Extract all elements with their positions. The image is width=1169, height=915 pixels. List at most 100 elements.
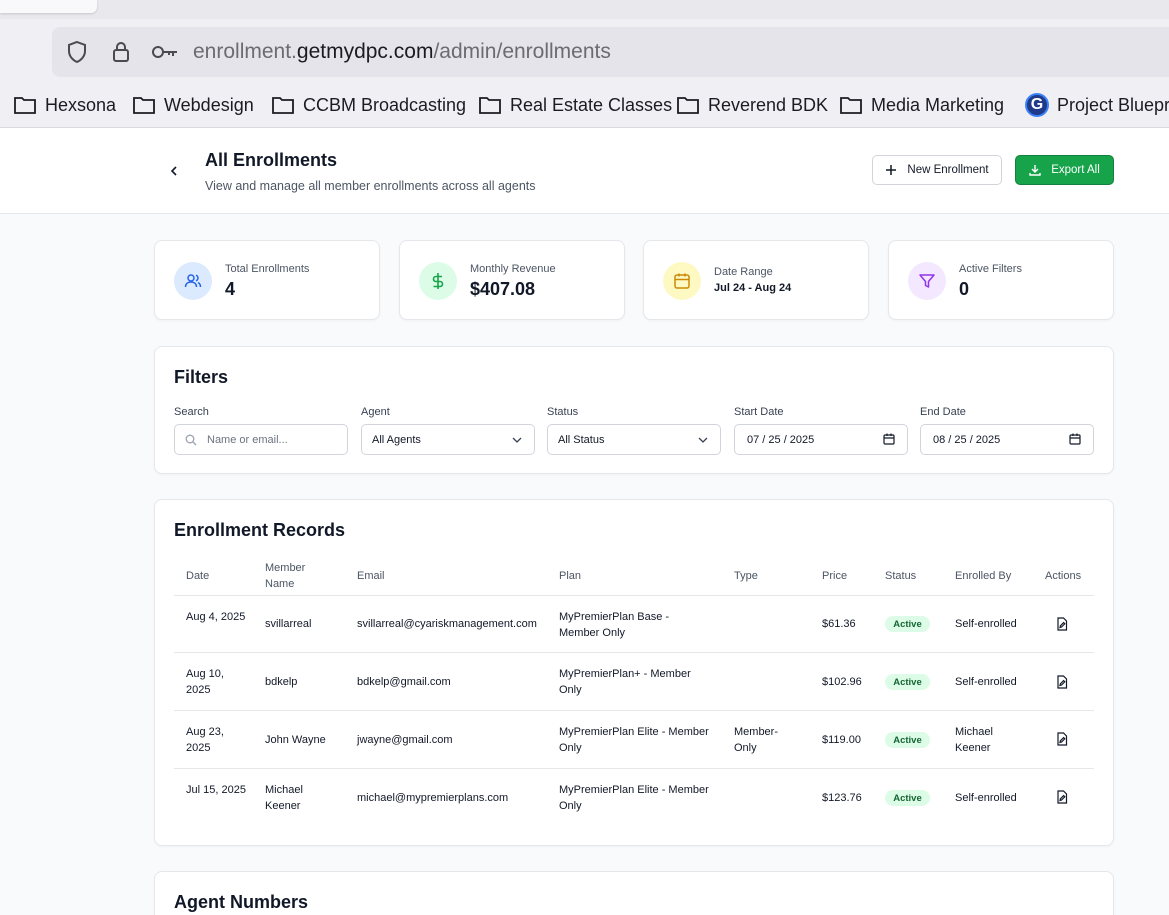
browser-tab[interactable] bbox=[0, 0, 97, 13]
agent-select[interactable]: All Agents bbox=[361, 424, 535, 455]
column-header-plan: Plan bbox=[559, 570, 582, 582]
page-header: All Enrollments View and manage all memb… bbox=[0, 128, 1169, 214]
edit-document-icon[interactable] bbox=[1055, 617, 1069, 631]
key-icon[interactable] bbox=[151, 40, 179, 64]
cell-date: Aug 23, 2025 bbox=[186, 726, 224, 754]
address-bar[interactable]: enrollment.getmydpc.com/admin/enrollment… bbox=[52, 27, 1169, 77]
edit-document-icon[interactable] bbox=[1055, 790, 1069, 804]
table-divider bbox=[174, 652, 1094, 653]
column-header-actions: Actions bbox=[1045, 570, 1082, 582]
bookmark-folder[interactable]: Hexsona bbox=[13, 90, 116, 120]
cell-date: Aug 4, 2025 bbox=[186, 611, 246, 623]
new-enrollment-button[interactable]: New Enrollment bbox=[872, 155, 1002, 185]
end-date-label: End Date bbox=[920, 406, 966, 418]
calendar-icon[interactable] bbox=[883, 433, 895, 445]
bookmarks-bar: Hexsona Webdesign CCBM Broadcasting Real… bbox=[0, 90, 1169, 120]
edit-document-icon[interactable] bbox=[1055, 732, 1069, 746]
stat-value: Jul 24 - Aug 24 bbox=[714, 282, 792, 294]
column-header-enrolled-by: Enrolled By bbox=[955, 570, 1012, 582]
shield-icon[interactable] bbox=[65, 40, 89, 64]
lock-icon[interactable] bbox=[109, 40, 133, 64]
stat-label: Active Filters bbox=[959, 263, 1022, 275]
cell-email: jwayne@gmail.com bbox=[357, 734, 453, 746]
column-header-price: Price bbox=[822, 570, 848, 582]
table-divider bbox=[174, 768, 1094, 769]
bookmark-label: Project Bluepri bbox=[1057, 94, 1169, 115]
status-badge: Active bbox=[885, 790, 930, 806]
cell-enrolled-by: Self-enrolled bbox=[955, 618, 1017, 630]
filter-icon bbox=[908, 262, 946, 300]
cell-price: $102.96 bbox=[822, 676, 862, 688]
dollar-icon bbox=[419, 262, 457, 300]
agent-select-value: All Agents bbox=[372, 433, 421, 446]
start-date-value: 07 / 25 / 2025 bbox=[747, 433, 815, 446]
calendar-icon bbox=[663, 262, 701, 300]
download-icon bbox=[1029, 165, 1041, 176]
cell-plan: MyPremierPlan Elite - Member Only bbox=[559, 784, 709, 812]
folder-icon bbox=[272, 97, 294, 114]
edit-document-icon[interactable] bbox=[1055, 675, 1069, 689]
status-select-value: All Status bbox=[558, 433, 605, 446]
agent-numbers-title: Agent Numbers bbox=[174, 892, 309, 912]
stat-label: Total Enrollments bbox=[225, 263, 310, 275]
folder-icon bbox=[840, 97, 862, 114]
bookmark-folder[interactable]: CCBM Broadcasting bbox=[271, 90, 466, 120]
agent-numbers-card: Agent Numbers bbox=[154, 871, 1114, 915]
cell-enrolled-by: Self-enrolled bbox=[955, 676, 1017, 688]
search-input[interactable]: Name or email... bbox=[174, 424, 348, 455]
stat-label: Date Range bbox=[714, 266, 773, 278]
table-divider bbox=[174, 710, 1094, 711]
cell-enrolled-by: Self-enrolled bbox=[955, 792, 1017, 804]
status-badge: Active bbox=[885, 616, 930, 632]
status-select[interactable]: All Status bbox=[547, 424, 721, 455]
bookmark-folder[interactable]: Media Marketing bbox=[839, 90, 1004, 120]
agent-label: Agent bbox=[361, 406, 390, 418]
stat-value: 4 bbox=[225, 279, 236, 299]
start-date-label: Start Date bbox=[734, 406, 784, 418]
status-label: Status bbox=[547, 406, 579, 418]
bookmark-link[interactable]: G Project Bluepri bbox=[1025, 90, 1169, 120]
cell-type: Member-Only bbox=[734, 726, 779, 754]
filters-title: Filters bbox=[174, 367, 229, 387]
back-button[interactable] bbox=[164, 161, 184, 181]
bookmark-label: Real Estate Classes bbox=[510, 94, 673, 115]
stat-value: $407.08 bbox=[470, 279, 536, 299]
tab-strip bbox=[0, 0, 1169, 19]
bookmark-folder[interactable]: Webdesign bbox=[132, 90, 254, 120]
search-icon bbox=[185, 434, 197, 446]
bookmark-label: Webdesign bbox=[164, 94, 254, 115]
end-date-input[interactable]: 08 / 25 / 2025 bbox=[920, 424, 1094, 455]
cell-member-name: John Wayne bbox=[265, 734, 326, 746]
cell-date: Jul 15, 2025 bbox=[186, 784, 246, 796]
folder-icon bbox=[14, 97, 36, 114]
cell-plan: MyPremierPlan Elite - Member Only bbox=[559, 726, 709, 754]
bookmark-folder[interactable]: Real Estate Classes bbox=[478, 90, 672, 120]
browser-chrome: enrollment.getmydpc.com/admin/enrollment… bbox=[0, 0, 1169, 128]
cell-enrolled-by: Michael Keener bbox=[955, 726, 993, 754]
cell-email: svillarreal@cyariskmanagement.com bbox=[357, 618, 537, 630]
chevron-down-icon bbox=[512, 437, 522, 443]
calendar-icon[interactable] bbox=[1069, 433, 1081, 445]
search-placeholder: Name or email... bbox=[207, 433, 288, 446]
bookmark-label: Hexsona bbox=[45, 94, 117, 115]
bookmark-label: CCBM Broadcasting bbox=[303, 94, 467, 115]
start-date-input[interactable]: 07 / 25 / 2025 bbox=[734, 424, 908, 455]
stat-card-monthly-revenue: Monthly Revenue $407.08 bbox=[399, 240, 625, 320]
url-text[interactable]: enrollment.getmydpc.com/admin/enrollment… bbox=[193, 40, 611, 64]
cell-price: $123.76 bbox=[822, 792, 862, 804]
export-all-button[interactable]: Export All bbox=[1015, 155, 1114, 185]
cell-plan: MyPremierPlan+ - Member Only bbox=[559, 668, 691, 696]
column-header-date: Date bbox=[186, 570, 210, 582]
cell-price: $61.36 bbox=[822, 618, 856, 630]
bookmark-folder[interactable]: Reverend BDK bbox=[676, 90, 828, 120]
cell-price: $119.00 bbox=[822, 734, 861, 746]
cell-email: bdkelp@gmail.com bbox=[357, 676, 451, 688]
cell-member-name: Michael Keener bbox=[265, 784, 303, 812]
table-divider bbox=[174, 595, 1094, 596]
column-header-type: Type bbox=[734, 570, 758, 582]
page-title: All Enrollments bbox=[205, 150, 338, 170]
bookmark-label: Media Marketing bbox=[871, 94, 1005, 115]
column-header-status: Status bbox=[885, 570, 917, 582]
stat-card-total-enrollments: Total Enrollments 4 bbox=[154, 240, 380, 320]
records-title: Enrollment Records bbox=[174, 520, 346, 540]
